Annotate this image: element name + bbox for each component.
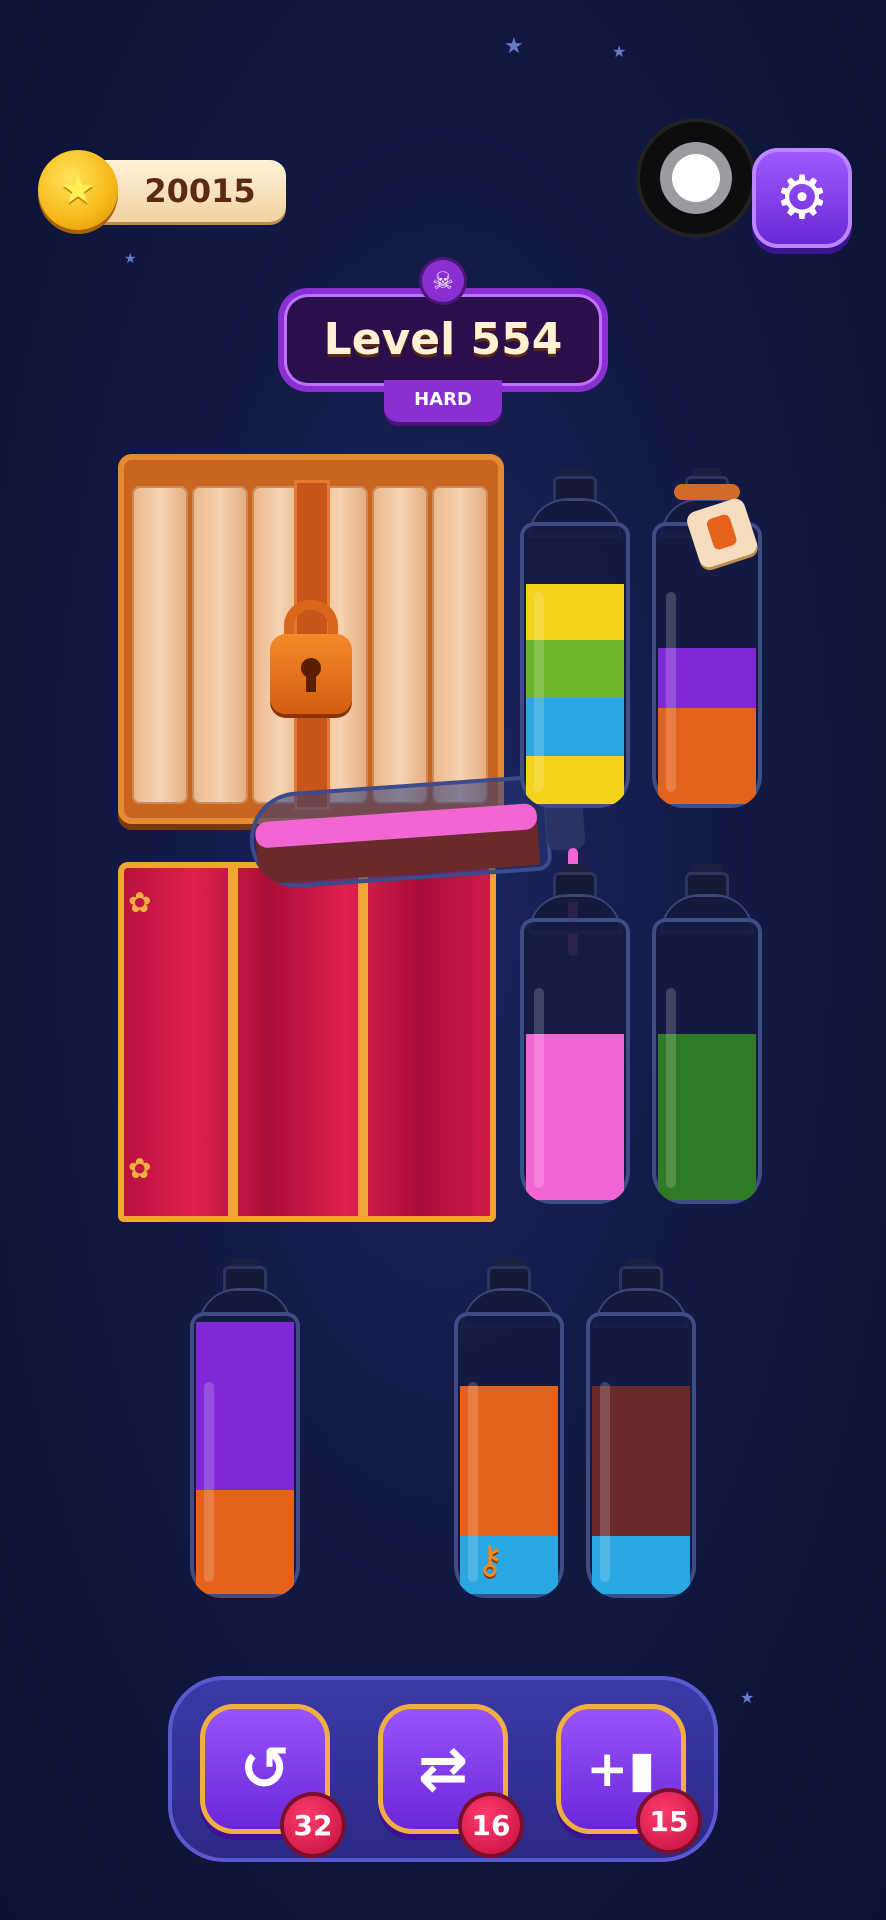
bottle-3[interactable] — [520, 864, 630, 1204]
curtain-rod — [228, 862, 238, 1222]
flower-ornament-icon: ✿ — [128, 886, 152, 919]
bottle-gloss — [204, 1382, 214, 1582]
shuffle-count-badge: 16 — [462, 1796, 520, 1854]
mini-bottle-icon — [705, 513, 739, 551]
bottle-2[interactable] — [652, 468, 762, 808]
star-decoration: ★ — [740, 1688, 755, 1707]
bottle-gloss — [534, 988, 544, 1188]
difficulty-label: HARD — [414, 389, 472, 410]
bottle-gloss — [468, 1382, 478, 1582]
bottle-4[interactable] — [652, 864, 762, 1204]
bottle-6[interactable]: ⚷ — [454, 1258, 564, 1598]
bottle-gloss — [666, 592, 676, 792]
bottle-body — [520, 918, 630, 1204]
shuffle-icon: ⇄ — [417, 1734, 469, 1804]
star-decoration: ★ — [612, 42, 627, 61]
bottle-1[interactable] — [520, 468, 630, 808]
crate-plank — [132, 486, 188, 804]
bottle-gloss — [534, 592, 544, 792]
record-button[interactable] — [636, 118, 756, 238]
settings-button[interactable]: ⚙ — [752, 148, 852, 248]
bottle-gloss — [600, 1382, 610, 1582]
curtain-rod — [358, 862, 368, 1222]
gear-icon: ⚙ — [775, 163, 829, 233]
flower-ornament-icon: ✿ — [128, 1152, 152, 1185]
bottle-gloss — [666, 988, 676, 1188]
bottle-7[interactable] — [586, 1258, 696, 1598]
red-curtain[interactable]: ✿ ✿ — [118, 862, 496, 1222]
record-dot — [672, 154, 720, 202]
bottle-body — [190, 1312, 300, 1598]
locked-crate[interactable] — [118, 454, 504, 824]
level-title: Level 554 — [323, 314, 563, 365]
crate-plank — [432, 486, 488, 804]
add-bottle-count-badge: 15 — [640, 1792, 698, 1850]
key-icon: ⚷ — [476, 1538, 504, 1582]
bottle-body — [520, 522, 630, 808]
bottle-5[interactable] — [190, 1258, 300, 1598]
undo-count-badge: 32 — [284, 1796, 342, 1854]
crate-plank — [192, 486, 248, 804]
undo-icon: ↺ — [239, 1734, 291, 1804]
coin-balance: 20015 — [144, 172, 256, 210]
skull-icon: ☠ — [422, 260, 464, 302]
star-coin-icon: ★ — [38, 150, 118, 230]
star-decoration: ★ — [124, 251, 137, 267]
keyhole-slot — [306, 670, 316, 692]
bottle-rope — [674, 484, 740, 500]
add-bottle-icon: +▮ — [586, 1740, 656, 1798]
bottle-body — [652, 918, 762, 1204]
crate-plank — [372, 486, 428, 804]
star-decoration: ★ — [504, 34, 524, 59]
bottle-body — [586, 1312, 696, 1598]
pouring-bottle[interactable] — [246, 774, 553, 891]
bottle-body: ⚷ — [454, 1312, 564, 1598]
